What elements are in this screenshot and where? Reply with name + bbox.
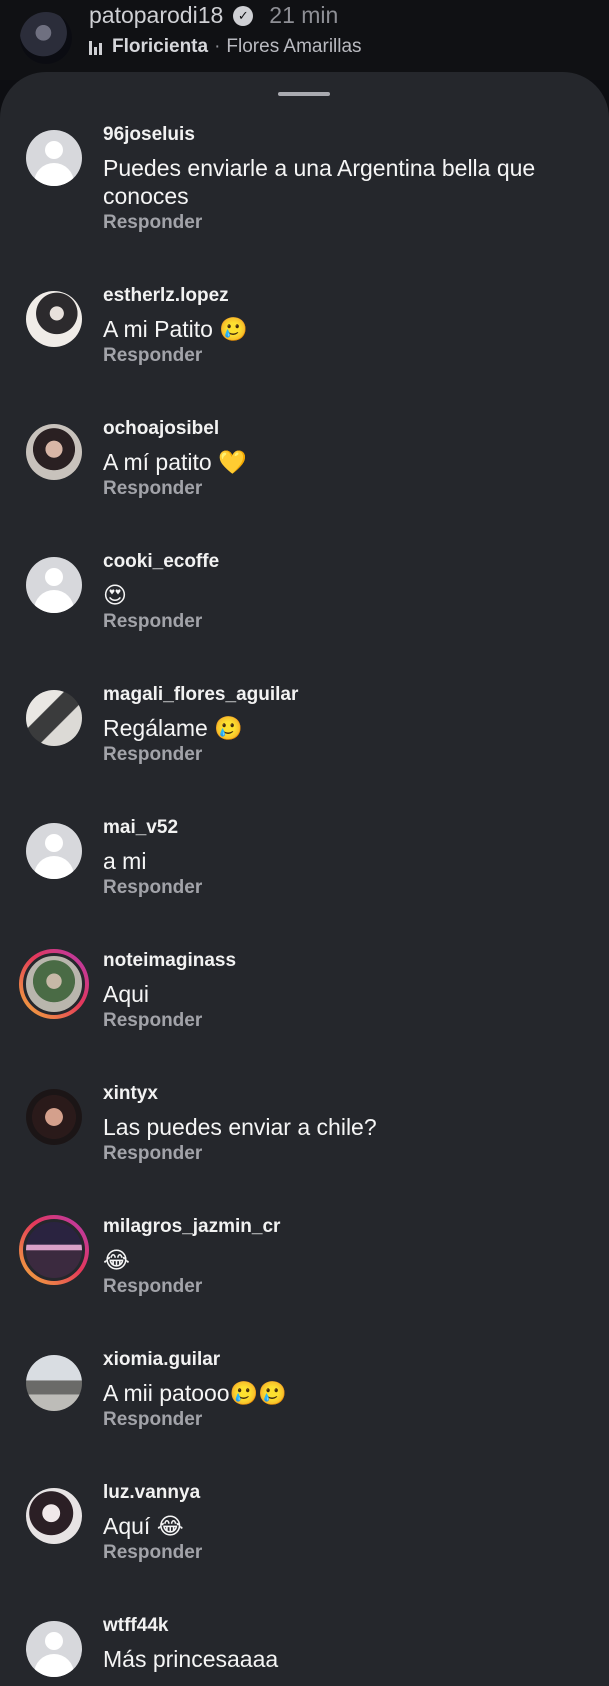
comment-text: Aqui <box>103 981 150 1007</box>
reply-button[interactable]: Responder <box>103 1010 202 1032</box>
comment-username[interactable]: xintyx <box>103 1083 158 1105</box>
reply-button[interactable]: Responder <box>103 478 202 500</box>
comment-text: Aquí 😂 <box>103 1513 184 1539</box>
comment-text: 😂 <box>103 1247 130 1273</box>
comment-text: Puedes enviarle a una Argentina bella qu… <box>103 155 536 209</box>
comment-username[interactable]: noteimaginass <box>103 950 236 972</box>
reply-button[interactable]: Responder <box>103 1276 202 1298</box>
story-author-avatar[interactable] <box>20 12 72 64</box>
story-author-row: patoparodi18 ✓ 21 min <box>89 2 338 29</box>
story-ring-avatar[interactable] <box>19 1215 89 1285</box>
music-artist: Flores Amarillas <box>226 36 362 57</box>
sheet-drag-handle[interactable] <box>278 92 330 96</box>
reply-button[interactable]: Responder <box>103 345 202 367</box>
verified-badge-icon: ✓ <box>233 5 254 26</box>
comment-username[interactable]: milagros_jazmin_cr <box>103 1216 280 1238</box>
comment-text: A mi Patito 🥲 <box>103 316 248 342</box>
reply-button[interactable]: Responder <box>103 1542 202 1564</box>
comment-text: Más princesaaaa <box>103 1646 279 1672</box>
music-separator: · <box>214 36 221 57</box>
user-avatar[interactable] <box>26 690 82 746</box>
user-avatar[interactable] <box>26 291 82 347</box>
reply-button[interactable]: Responder <box>103 212 202 234</box>
user-avatar[interactable] <box>26 1089 82 1145</box>
comment-username[interactable]: wtff44k <box>103 1615 168 1637</box>
user-avatar[interactable] <box>26 1355 82 1411</box>
comment-text: A mii patooo🥲🥲 <box>103 1380 287 1406</box>
story-header: patoparodi18 ✓ 21 min Floricienta · Flor… <box>0 0 609 80</box>
comments-sheet: 96joseluis Puedes enviarle a una Argenti… <box>0 72 609 1686</box>
user-avatar[interactable] <box>26 1488 82 1544</box>
comment-text: a mi <box>103 848 147 874</box>
comment-username[interactable]: ochoajosibel <box>103 418 219 440</box>
comment-text: Las puedes enviar a chile? <box>103 1114 377 1140</box>
default-avatar-icon[interactable] <box>26 557 82 613</box>
default-avatar-icon[interactable] <box>26 823 82 879</box>
reply-button[interactable]: Responder <box>103 611 202 633</box>
comment-text: A mí patito 💛 <box>103 449 247 475</box>
reply-button[interactable]: Responder <box>103 1409 202 1431</box>
comment-username[interactable]: 96joseluis <box>103 124 195 146</box>
comment-username[interactable]: cooki_ecoffe <box>103 551 219 573</box>
story-music[interactable]: Floricienta · Flores Amarillas <box>89 36 362 58</box>
story-ring-avatar[interactable] <box>19 949 89 1019</box>
music-bars-icon <box>89 39 102 55</box>
story-timestamp: 21 min <box>269 2 339 28</box>
default-avatar-icon[interactable] <box>26 130 82 186</box>
user-avatar[interactable] <box>26 424 82 480</box>
comment-username[interactable]: mai_v52 <box>103 817 178 839</box>
reply-button[interactable]: Responder <box>103 877 202 899</box>
reply-button[interactable]: Responder <box>103 744 202 766</box>
comment-text: 😍 <box>103 582 127 608</box>
music-title: Floricienta <box>112 36 209 57</box>
reply-button[interactable]: Responder <box>103 1143 202 1165</box>
default-avatar-icon[interactable] <box>26 1621 82 1677</box>
comment-username[interactable]: magali_flores_aguilar <box>103 684 298 706</box>
comment-username[interactable]: xiomia.guilar <box>103 1349 220 1371</box>
story-author-username[interactable]: patoparodi18 <box>89 2 223 29</box>
comment-text: Regálame 🥲 <box>103 715 243 741</box>
comment-username[interactable]: esther​lz.lopez <box>103 285 229 307</box>
comment-username[interactable]: luz.vannya <box>103 1482 200 1504</box>
